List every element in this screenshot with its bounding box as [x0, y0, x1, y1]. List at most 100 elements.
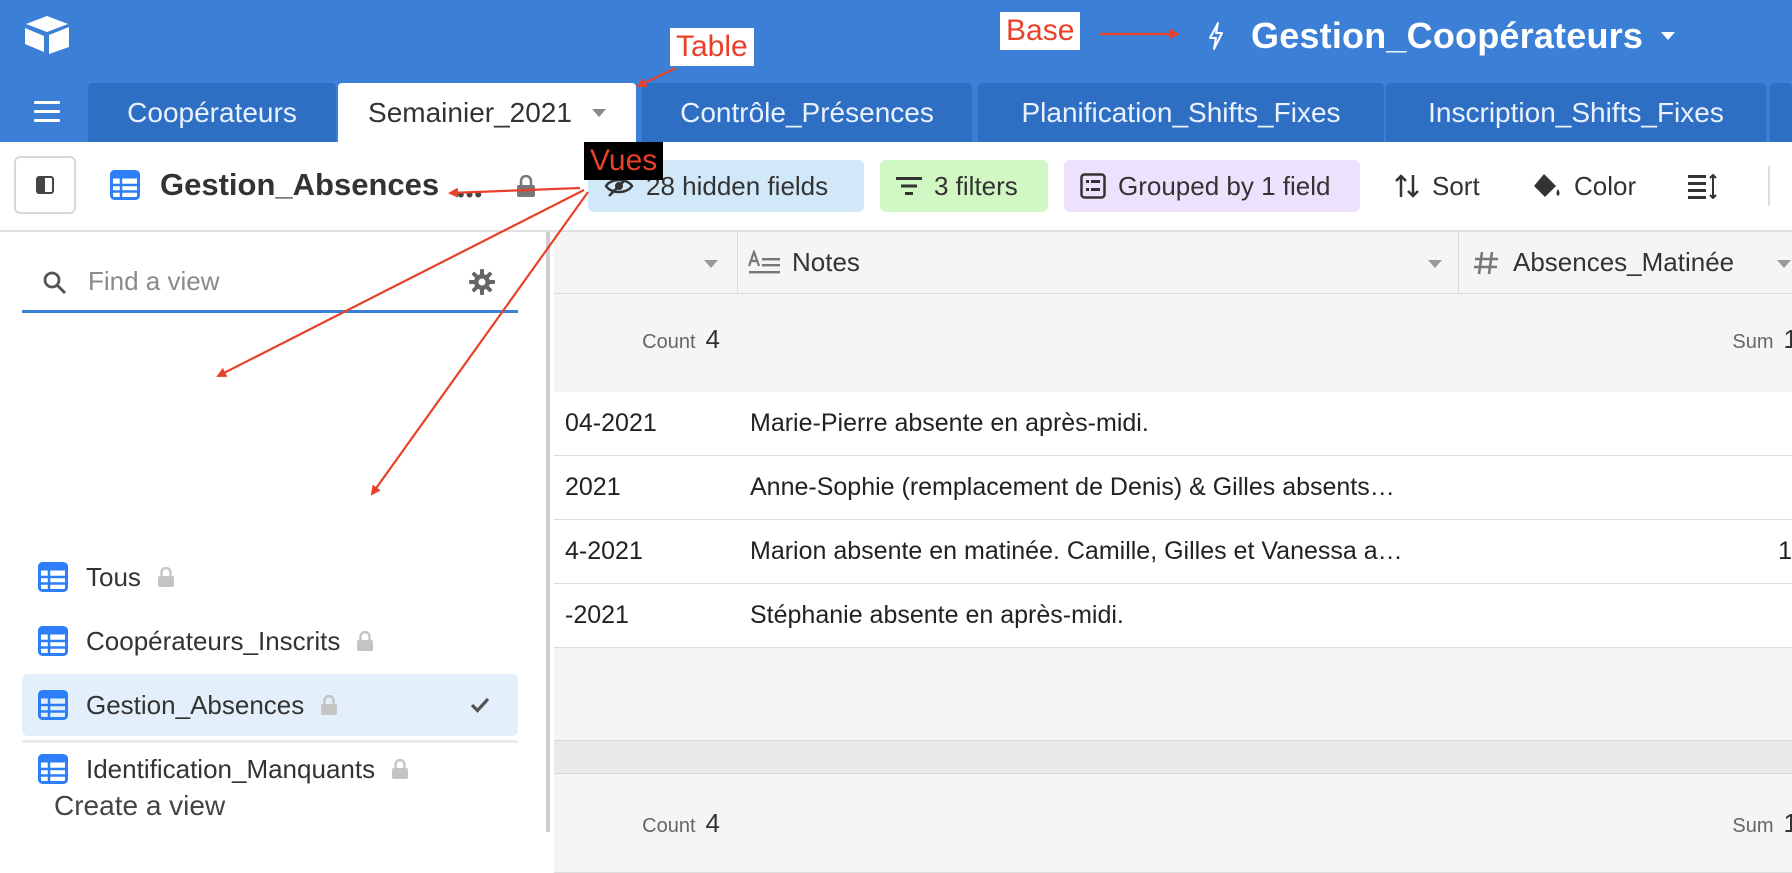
tab-label: Inscription_Shifts_Fixes — [1428, 96, 1724, 128]
filters-label: 3 filters — [934, 170, 1018, 201]
view-label: Identification_Manquants — [86, 753, 376, 784]
absences-cell[interactable]: 1 — [1459, 520, 1792, 583]
lock-icon — [157, 567, 174, 587]
create-view-heading[interactable]: Create a view — [54, 790, 225, 822]
tab-inscription-shifts-fixes[interactable]: Inscription_Shifts_Fixes — [1386, 83, 1766, 142]
panel-divider — [22, 740, 518, 743]
sidebar-icon — [36, 176, 54, 194]
chevron-down-icon — [1661, 32, 1676, 40]
grid-view-icon — [38, 690, 68, 720]
lock-icon — [357, 631, 374, 651]
table-row[interactable]: 4-2021 Marion absente en matinée. Camill… — [554, 520, 1792, 584]
column-label: Notes — [792, 247, 860, 277]
group-header[interactable]: Count 4 Sum 1 — [554, 294, 1792, 393]
date-cell[interactable]: -2021 — [554, 584, 737, 647]
record-grid: Notes Absences_Matinée Count 4 Sum 1 04-20… — [554, 232, 1792, 873]
view-item-gestion-absences[interactable]: Gestion_Absences — [22, 674, 518, 736]
tab-semainier-2021[interactable]: Semainier_2021 — [338, 83, 636, 142]
row-height-icon — [1688, 173, 1717, 199]
tab-label: Semainier_2021 — [368, 96, 572, 128]
gear-icon[interactable] — [468, 268, 496, 296]
lock-icon — [392, 759, 409, 779]
view-item-tous[interactable]: Tous — [22, 546, 518, 608]
sort-button[interactable]: Sort — [1394, 160, 1480, 212]
absences-cell[interactable] — [1459, 584, 1792, 647]
filter-icon — [896, 177, 922, 195]
date-cell[interactable]: 4-2021 — [554, 520, 737, 583]
group-count: Count 4 — [642, 808, 720, 838]
absences-cell[interactable] — [1459, 392, 1792, 455]
notes-cell[interactable]: Marion absente en matinée. Camille, Gill… — [750, 520, 1454, 583]
annotation-base: Base — [1000, 12, 1081, 50]
column-header-absences-matinee[interactable]: Absences_Matinée — [1459, 232, 1792, 294]
checkmark-icon — [470, 697, 490, 713]
group-label: Grouped by 1 field — [1118, 170, 1331, 201]
hidden-fields-label: 28 hidden fields — [646, 170, 829, 201]
paint-bucket-icon — [1534, 174, 1560, 197]
hamburger-menu-icon[interactable] — [34, 101, 60, 123]
group-button[interactable]: Grouped by 1 field — [1064, 160, 1360, 212]
airtable-logo-icon[interactable] — [22, 14, 72, 54]
tab-label: Contrôle_Présences — [680, 96, 934, 128]
tab-controle-presences[interactable]: Contrôle_Présences — [642, 83, 972, 142]
chevron-down-icon[interactable] — [1777, 260, 1791, 268]
lock-icon[interactable] — [516, 175, 536, 197]
tab-planification-shifts-fixes[interactable]: Planification_Shifts_Fixes — [978, 83, 1384, 142]
annotation-table: Table — [670, 28, 754, 66]
filters-button[interactable]: 3 filters — [880, 160, 1048, 212]
column-label: Absences_Matinée — [1513, 247, 1735, 277]
grid-view-icon — [38, 562, 68, 592]
base-name: Gestion_Coopérateurs — [1251, 15, 1644, 56]
tab-cooperateurs[interactable]: Coopérateurs — [88, 83, 336, 142]
table-row[interactable]: 04-2021 Marie-Pierre absente en après-mi… — [554, 392, 1792, 456]
absences-cell[interactable] — [1459, 456, 1792, 519]
search-icon — [43, 271, 67, 295]
color-label: Color — [1574, 170, 1637, 201]
view-label: Gestion_Absences — [86, 689, 305, 720]
group-icon — [1080, 173, 1106, 199]
tab-label: Planification_Shifts_Fixes — [1021, 96, 1341, 128]
column-header-notes[interactable]: Notes — [738, 232, 1458, 294]
notes-cell[interactable]: Marie-Pierre absente en après-midi. — [750, 392, 1454, 455]
view-toolbar: Gestion_Absences ••• 28 hidden fields 3 … — [0, 142, 1792, 232]
add-row-area[interactable] — [554, 648, 1792, 740]
date-cell[interactable]: 04-2021 — [554, 392, 737, 455]
top-bar: Gestion_Coopérateurs Coopérateurs Semain… — [0, 0, 1792, 142]
sort-label: Sort — [1432, 170, 1480, 201]
table-row[interactable]: 2021 Anne-Sophie (remplacement de Denis)… — [554, 456, 1792, 520]
view-switcher[interactable]: Gestion_Absences — [110, 164, 439, 206]
annotation-views: Vues — [584, 142, 664, 180]
view-list-panel: Tous Coopérateurs_Inscrits Gestion_Absen… — [0, 232, 550, 832]
chevron-down-icon[interactable] — [704, 260, 718, 268]
group-header[interactable]: Count 4 Sum 1 — [554, 774, 1792, 873]
bolt-icon — [1209, 22, 1223, 50]
column-header-date[interactable] — [554, 232, 737, 294]
view-item-cooperateurs-inscrits[interactable]: Coopérateurs_Inscrits — [22, 610, 518, 672]
toolbar-divider — [1768, 166, 1770, 206]
group-sum: Sum 1 — [1732, 324, 1792, 354]
view-search[interactable] — [22, 254, 518, 313]
grid-view-icon — [110, 170, 140, 200]
color-button[interactable]: Color — [1532, 160, 1636, 212]
sidebar-toggle-button[interactable] — [14, 156, 76, 214]
table-row[interactable]: -2021 Stéphanie absente en après-midi. — [554, 584, 1792, 648]
number-icon — [1474, 251, 1498, 274]
more-options-icon[interactable]: ••• — [457, 182, 483, 208]
long-text-icon — [748, 249, 780, 273]
base-title[interactable]: Gestion_Coopérateurs — [1205, 12, 1676, 60]
tab-overflow[interactable] — [1770, 83, 1792, 142]
date-cell[interactable]: 2021 — [554, 456, 737, 519]
current-view-name: Gestion_Absences — [160, 167, 440, 202]
chevron-down-icon[interactable] — [591, 108, 606, 117]
search-input[interactable] — [86, 260, 450, 302]
notes-cell[interactable]: Stéphanie absente en après-midi. — [750, 584, 1454, 647]
notes-cell[interactable]: Anne-Sophie (remplacement de Denis) & Gi… — [750, 456, 1454, 519]
grid-view-icon — [38, 754, 68, 784]
sort-icon — [1395, 174, 1419, 198]
lock-icon — [321, 695, 338, 715]
chevron-down-icon[interactable] — [1428, 260, 1442, 268]
tab-label: Coopérateurs — [127, 96, 297, 128]
view-label: Coopérateurs_Inscrits — [86, 625, 341, 656]
row-height-button[interactable] — [1688, 160, 1730, 212]
grid-view-icon — [38, 626, 68, 656]
